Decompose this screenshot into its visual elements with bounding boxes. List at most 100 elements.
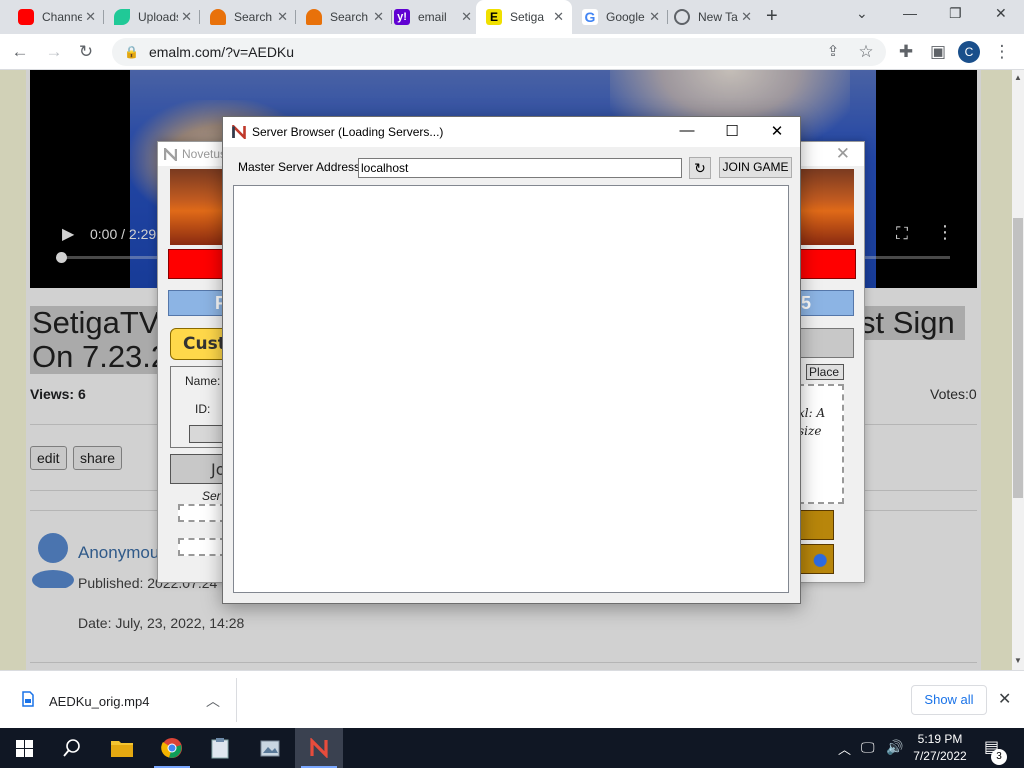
red-banner-right	[800, 249, 856, 279]
close-downloads-icon[interactable]: ✕	[998, 689, 1011, 709]
start-button[interactable]	[0, 728, 48, 768]
dialog-maximize-icon[interactable]: ☐	[717, 122, 747, 140]
network-icon[interactable]: 🖵	[861, 739, 875, 756]
file-explorer-button[interactable]	[98, 728, 146, 768]
name-label: Name:	[185, 374, 221, 388]
customization-tab[interactable]: Cust	[170, 328, 230, 360]
notification-count: 3	[991, 749, 1007, 765]
chevron-up-icon[interactable]: ︿	[838, 739, 851, 758]
address-bar[interactable]: 🔒 emalm.com/?v=AEDKu	[112, 38, 886, 66]
bookmark-star-icon[interactable]: ☆	[854, 40, 878, 64]
close-icon[interactable]: ✕	[741, 9, 752, 25]
novetus-taskbar-button[interactable]	[295, 728, 343, 768]
clock-date[interactable]: 7/27/2022	[909, 749, 971, 763]
gray-tab-right	[798, 328, 854, 358]
extensions-puzzle-icon[interactable]: ✚	[894, 40, 918, 64]
back-icon[interactable]: ←	[8, 40, 32, 64]
profile-avatar[interactable]: C	[958, 41, 980, 63]
download-filename[interactable]: AEDKu_orig.mp4	[49, 694, 149, 709]
file-icon	[22, 691, 34, 707]
search-person-icon	[210, 9, 226, 25]
tab-title: Search	[330, 10, 369, 24]
blue-bar-left: F	[168, 290, 226, 316]
studio-icon[interactable]	[800, 510, 834, 540]
url-text: emalm.com/?v=AEDKu	[148, 44, 295, 60]
dialog-titlebar: Server Browser (Loading Servers...) — ☐ …	[223, 117, 800, 147]
dialog-minimize-icon[interactable]: —	[672, 122, 702, 139]
master-server-input[interactable]: localhost	[358, 158, 682, 178]
tab-channel[interactable]: Channel ✕	[8, 0, 104, 34]
tab-title: email	[418, 10, 447, 24]
image-app-icon	[260, 740, 280, 757]
close-icon[interactable]: ✕	[85, 9, 96, 25]
app-taskbar-button-2[interactable]	[246, 728, 294, 768]
server-list[interactable]	[233, 185, 789, 593]
side-panel-icon[interactable]: ▣	[926, 40, 950, 64]
settings-globe-icon[interactable]	[800, 544, 834, 574]
red-banner-left	[168, 249, 224, 279]
refresh-icon: ↻	[694, 160, 706, 176]
refresh-servers-button[interactable]: ↻	[689, 157, 711, 179]
yahoo-icon: y!	[394, 9, 410, 25]
tab-search-2[interactable]: Search ✕	[296, 0, 392, 34]
close-icon[interactable]: ✕	[461, 9, 472, 25]
clock-time[interactable]: 5:19 PM	[916, 732, 964, 746]
tab-search-1[interactable]: Search ✕	[200, 0, 296, 34]
server-ip-field[interactable]	[178, 504, 226, 522]
tab-google[interactable]: G Google ✕	[572, 0, 668, 34]
tab-title: Search	[234, 10, 273, 24]
volume-icon[interactable]: 🔊	[886, 739, 903, 756]
novetus-logo-icon	[310, 738, 328, 758]
close-icon[interactable]: ✕	[649, 9, 660, 25]
download-bar: AEDKu_orig.mp4 ︿ Show all ✕	[0, 670, 1024, 728]
dialog-body: Master Server Address: localhost ↻ JOIN …	[223, 147, 800, 603]
show-all-button[interactable]: Show all	[911, 685, 987, 715]
dialog-close-icon[interactable]: ✕	[762, 122, 792, 140]
tab-title: Uploads	[138, 10, 178, 24]
server-port-field[interactable]	[178, 538, 226, 556]
blue-bar-right: 5	[800, 290, 854, 316]
chevron-up-icon[interactable]: ︿	[206, 691, 220, 711]
tab-email[interactable]: y! email ✕	[384, 0, 480, 34]
close-icon[interactable]: ✕	[553, 9, 564, 25]
minimize-icon[interactable]: —	[903, 5, 917, 21]
folder-icon	[111, 741, 133, 757]
close-window-icon[interactable]: ✕	[995, 5, 1007, 22]
tab-new-tab[interactable]: New Tab ✕	[664, 0, 760, 34]
chrome-taskbar-button[interactable]	[148, 728, 196, 768]
tab-title: Setiga	[510, 10, 545, 24]
close-icon[interactable]: ✕	[181, 9, 192, 25]
novetus-logo-icon	[164, 148, 177, 161]
close-icon[interactable]: ✕	[277, 9, 288, 25]
forward-icon[interactable]: →	[42, 40, 66, 64]
windows-logo-icon	[15, 739, 33, 757]
player-info-box: Name: ID:	[170, 366, 229, 448]
scroll-thumb[interactable]	[1013, 218, 1023, 498]
share-icon[interactable]: ⇪	[821, 40, 845, 64]
novetus-title: Novetus	[182, 147, 227, 161]
join-tab[interactable]: Jo	[170, 454, 228, 484]
search-icon	[63, 739, 80, 757]
app-taskbar-button-1[interactable]	[196, 728, 244, 768]
game-preview-right	[800, 169, 854, 245]
join-game-button[interactable]: JOIN GAME	[719, 157, 792, 178]
tab-uploads[interactable]: Uploads ✕	[104, 0, 200, 34]
dialog-title: Server Browser (Loading Servers...)	[252, 125, 444, 139]
new-tab-button[interactable]: +	[766, 5, 778, 28]
place-info-panel: xl: A size	[798, 384, 844, 504]
globe-icon	[674, 9, 690, 25]
search-button[interactable]	[48, 728, 96, 768]
menu-kebab-icon[interactable]: ⋮	[990, 40, 1014, 64]
reload-icon[interactable]: ↻	[74, 40, 98, 64]
emalm-icon: E	[486, 9, 502, 25]
place-tab[interactable]: Place	[806, 364, 844, 380]
master-server-label: Master Server Address:	[238, 160, 364, 174]
tab-setiga-active[interactable]: E Setiga ✕	[476, 0, 572, 34]
tab-search-chevron-icon[interactable]: ⌄	[856, 5, 868, 22]
novetus-close-icon[interactable]: ✕	[836, 144, 850, 164]
page-scrollbar[interactable]: ▲ ▼	[1012, 70, 1024, 670]
restore-icon[interactable]: ❐	[949, 5, 962, 22]
chrome-icon	[161, 738, 182, 758]
tab-title: Channel	[42, 10, 82, 24]
close-icon[interactable]: ✕	[373, 9, 384, 25]
